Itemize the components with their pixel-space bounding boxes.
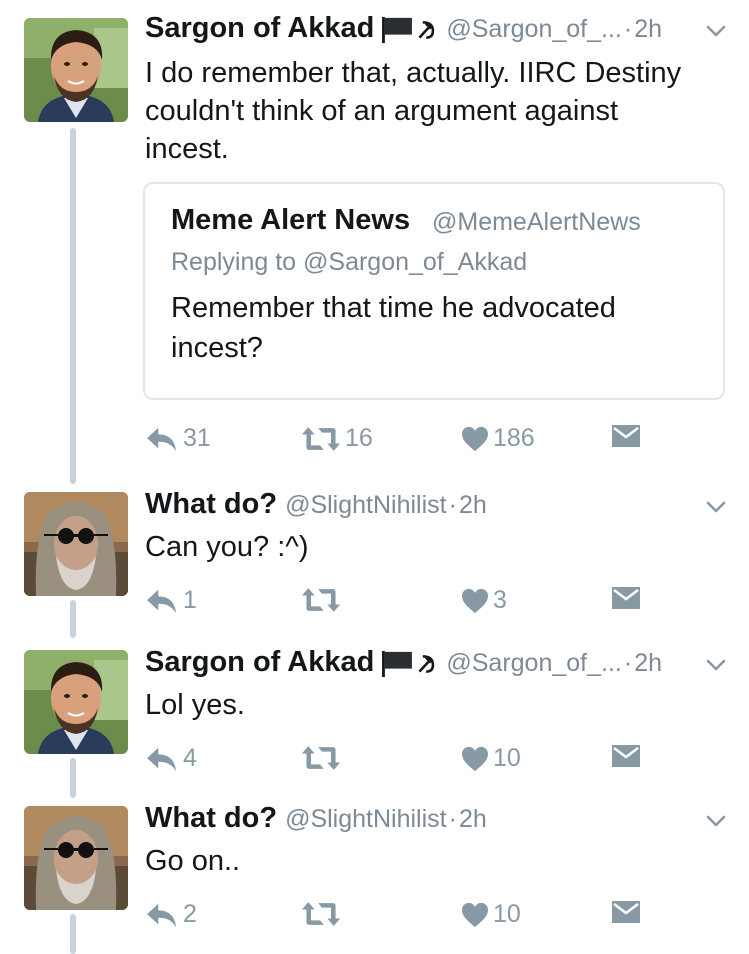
like-button[interactable]: 10 <box>461 900 521 929</box>
like-count: 3 <box>493 586 507 614</box>
retweet-icon <box>301 425 341 453</box>
hammer-sickle-icon <box>416 653 438 680</box>
reply-count: 31 <box>183 424 211 452</box>
tweet[interactable]: What do? @SlightNihilist · 2h Go on.. 2 … <box>0 802 749 942</box>
quoted-text: Remember that time he advocated incest? <box>171 292 616 364</box>
retweet-icon <box>301 900 341 928</box>
reply-icon <box>145 587 179 615</box>
timestamp[interactable]: 2h <box>459 805 487 834</box>
retweet-button[interactable] <box>301 586 345 614</box>
chevron-down-icon[interactable] <box>705 810 727 832</box>
quoted-author-handle: @MemeAlertNews <box>432 208 641 236</box>
reply-button[interactable]: 2 <box>145 900 197 929</box>
chevron-down-icon[interactable] <box>705 496 727 518</box>
chevron-down-icon[interactable] <box>705 20 727 42</box>
author-name[interactable]: What do? <box>145 488 277 521</box>
separator: · <box>623 649 633 677</box>
author-name[interactable]: What do? <box>145 802 277 835</box>
timestamp[interactable]: 2h <box>634 15 662 44</box>
separator: · <box>448 491 457 519</box>
tweet-text: I do remember that, actually. IIRC Desti… <box>145 57 682 165</box>
chevron-down-icon[interactable] <box>705 654 727 676</box>
tweet-text: Lol yes. <box>145 689 245 721</box>
reply-button[interactable]: 4 <box>145 744 197 773</box>
tweet-header: Sargon of Akkad @Sargon_of_... · 2h <box>145 646 729 686</box>
reply-count: 1 <box>183 586 197 614</box>
hammer-sickle-icon <box>416 19 438 46</box>
avatar[interactable] <box>24 806 128 910</box>
avatar[interactable] <box>24 18 128 122</box>
heart-icon <box>461 746 489 772</box>
like-count: 10 <box>493 900 521 928</box>
tweet[interactable]: What do? @SlightNihilist · 2h Can you? :… <box>0 488 749 628</box>
reply-button[interactable]: 1 <box>145 586 197 615</box>
author-name[interactable]: Sargon of Akkad <box>145 646 374 679</box>
envelope-icon <box>611 900 641 924</box>
retweet-icon <box>301 744 341 772</box>
tweet-text: Can you? :^) <box>145 531 309 563</box>
reply-count: 4 <box>183 744 197 772</box>
quoted-author-name: Meme Alert News <box>171 204 411 236</box>
tweet-actions: 2 10 <box>145 900 665 940</box>
retweet-button[interactable] <box>301 900 345 928</box>
retweet-count: 16 <box>345 424 373 452</box>
black-flag-icon <box>380 650 414 683</box>
heart-icon <box>461 902 489 928</box>
black-flag-icon <box>380 16 414 49</box>
tweet-header: What do? @SlightNihilist · 2h <box>145 802 729 842</box>
envelope-icon <box>611 586 641 610</box>
dm-button[interactable] <box>611 900 641 924</box>
dm-button[interactable] <box>611 586 641 610</box>
retweet-button[interactable] <box>301 744 345 772</box>
retweet-icon <box>301 586 341 614</box>
author-handle[interactable]: @SlightNihilist <box>285 805 447 834</box>
reply-button[interactable]: 31 <box>145 424 211 453</box>
reply-icon <box>145 901 179 929</box>
author-handle[interactable]: @Sargon_of_... <box>446 15 622 44</box>
envelope-icon <box>611 744 641 768</box>
like-button[interactable]: 3 <box>461 586 507 615</box>
reply-icon <box>145 745 179 773</box>
like-count: 10 <box>493 744 521 772</box>
tweet-actions: 1 3 <box>145 586 665 626</box>
tweet[interactable]: Sargon of Akkad @Sargon_of_... · 2h I do… <box>0 12 749 482</box>
avatar[interactable] <box>24 492 128 596</box>
quoted-replying-to: Replying to @Sargon_of_Akkad <box>171 248 528 276</box>
separator: · <box>448 805 457 833</box>
avatar[interactable] <box>24 650 128 754</box>
heart-icon <box>461 588 489 614</box>
tweet-header: What do? @SlightNihilist · 2h <box>145 488 729 528</box>
reply-count: 2 <box>183 900 197 928</box>
heart-icon <box>461 426 489 452</box>
like-button[interactable]: 186 <box>461 424 535 453</box>
author-handle[interactable]: @SlightNihilist <box>285 491 447 520</box>
timestamp[interactable]: 2h <box>634 649 662 678</box>
like-count: 186 <box>493 424 535 452</box>
like-button[interactable]: 10 <box>461 744 521 773</box>
tweet[interactable]: Sargon of Akkad @Sargon_of_... · 2h Lol … <box>0 646 749 786</box>
separator: · <box>623 15 633 43</box>
retweet-button[interactable]: 16 <box>301 424 373 453</box>
quoted-tweet[interactable]: Meme Alert News @MemeAlertNews Replying … <box>143 182 725 400</box>
author-name[interactable]: Sargon of Akkad <box>145 12 374 45</box>
envelope-icon <box>611 424 641 448</box>
author-handle[interactable]: @Sargon_of_... <box>446 649 622 678</box>
dm-button[interactable] <box>611 424 641 448</box>
tweet-text: Go on.. <box>145 845 241 877</box>
tweet-actions: 4 10 <box>145 744 665 784</box>
dm-button[interactable] <box>611 744 641 768</box>
tweet-actions: 31 16 186 <box>145 424 665 464</box>
timestamp[interactable]: 2h <box>459 491 487 520</box>
tweet-header: Sargon of Akkad @Sargon_of_... · 2h <box>145 12 729 52</box>
reply-icon <box>145 425 179 453</box>
